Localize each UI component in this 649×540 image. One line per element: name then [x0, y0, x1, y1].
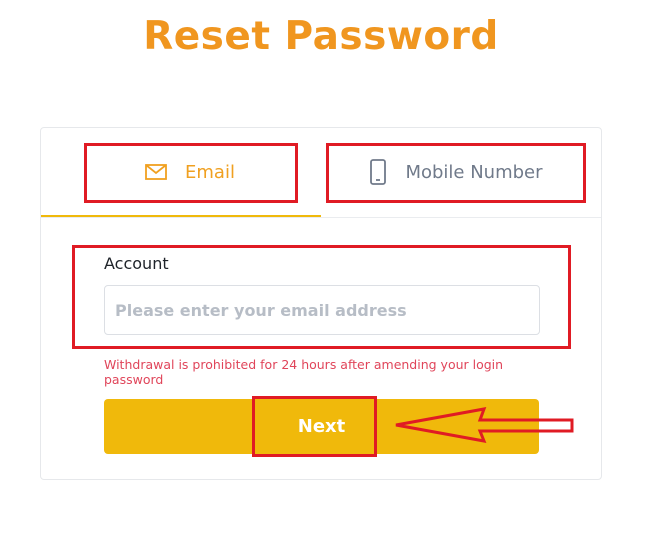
tab-mobile-label: Mobile Number	[405, 161, 543, 183]
tab-email-label: Email	[185, 161, 235, 183]
tabs-divider	[41, 217, 601, 218]
page-title: Reset Password	[143, 14, 499, 59]
mobile-phone-icon	[369, 159, 387, 185]
email-input[interactable]	[104, 285, 540, 335]
next-button[interactable]: Next	[104, 399, 539, 454]
account-label: Account	[104, 254, 169, 273]
tab-mobile-number[interactable]: Mobile Number	[328, 144, 584, 200]
tab-email[interactable]: Email	[85, 144, 295, 200]
envelope-icon	[145, 164, 167, 180]
withdrawal-warning: Withdrawal is prohibited for 24 hours af…	[104, 357, 504, 387]
active-tab-indicator	[41, 215, 321, 217]
